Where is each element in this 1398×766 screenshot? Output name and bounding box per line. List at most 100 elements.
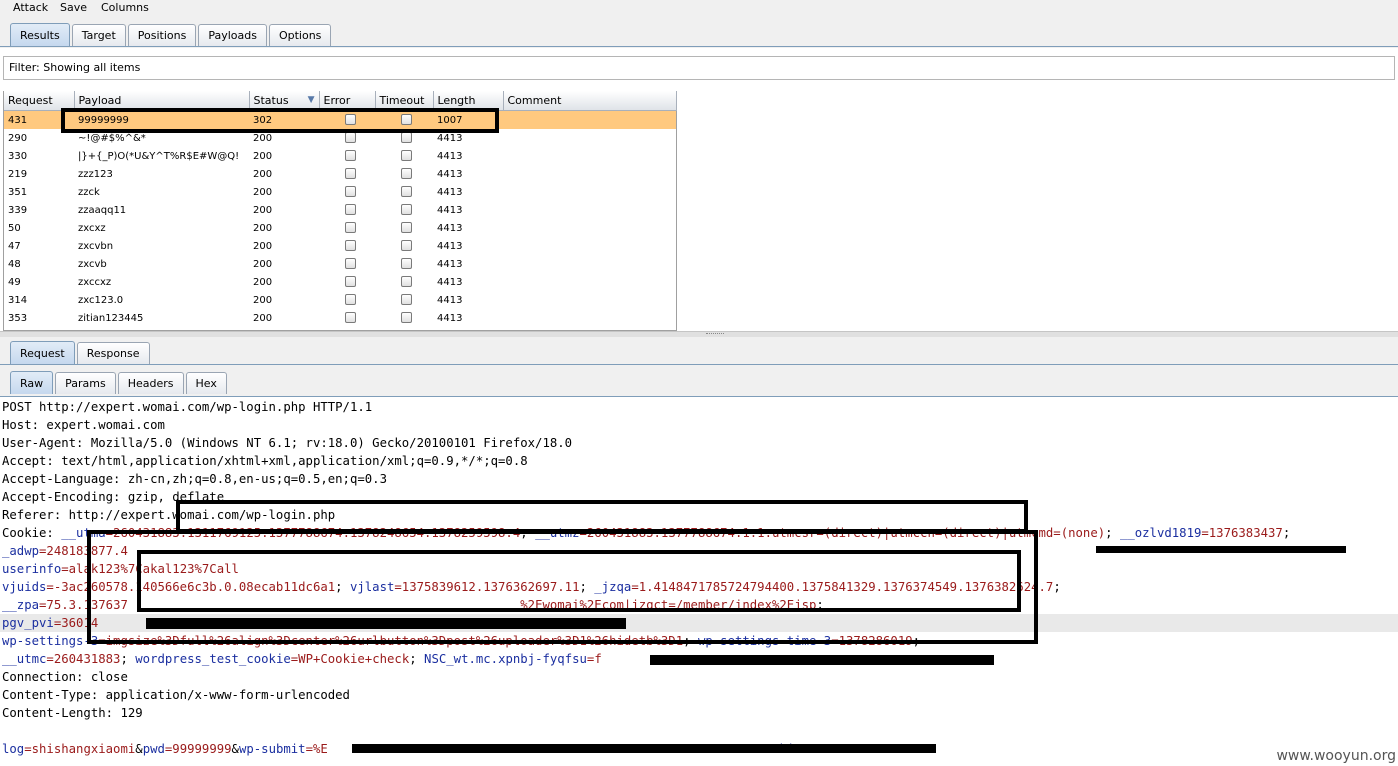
tab-headers[interactable]: Headers bbox=[117, 372, 184, 394]
table-row[interactable]: 330 |}+{_P)O(*U&Y^T%R$E#W@Q! 200 4413 bbox=[4, 147, 676, 165]
error-checkbox[interactable] bbox=[345, 168, 356, 180]
filter-bar[interactable]: Filter: Showing all items bbox=[3, 56, 1395, 80]
cell-timeout bbox=[375, 147, 433, 165]
tab-options[interactable]: Options bbox=[268, 24, 332, 46]
cell-comment bbox=[503, 219, 676, 237]
redaction-bar bbox=[650, 655, 994, 665]
cell-error bbox=[319, 309, 375, 327]
raw-line: Accept-Language: zh-cn,zh;q=0.8,en-us;q=… bbox=[2, 470, 387, 488]
error-checkbox[interactable] bbox=[345, 312, 356, 324]
error-checkbox[interactable] bbox=[345, 258, 356, 270]
timeout-checkbox[interactable] bbox=[401, 222, 412, 234]
tab-positions[interactable]: Positions bbox=[127, 24, 197, 46]
cell-error bbox=[319, 291, 375, 309]
cell-comment bbox=[503, 255, 676, 273]
cell-payload: |}+{_P)O(*U&Y^T%R$E#W@Q! bbox=[78, 150, 240, 162]
annotation-box-referer bbox=[176, 500, 1028, 533]
cell-timeout bbox=[375, 309, 433, 327]
cell-length: 4413 bbox=[437, 294, 463, 306]
tab-underline-3 bbox=[0, 396, 1398, 397]
cell-comment bbox=[503, 273, 676, 291]
raw-text-segment: wordpress_test_cookie bbox=[135, 652, 291, 666]
tab-hex[interactable]: Hex bbox=[185, 372, 227, 394]
menu-save[interactable]: Save bbox=[60, 1, 87, 14]
raw-text-segment: =f bbox=[586, 652, 602, 666]
timeout-checkbox[interactable] bbox=[401, 132, 412, 144]
tab-raw[interactable]: Raw bbox=[10, 371, 54, 394]
error-checkbox[interactable] bbox=[345, 186, 356, 198]
cell-request: 330 bbox=[8, 150, 28, 162]
tab-response[interactable]: Response bbox=[76, 342, 150, 364]
tab-request[interactable]: Request bbox=[10, 341, 75, 364]
cell-request: 339 bbox=[8, 204, 28, 216]
error-checkbox[interactable] bbox=[345, 222, 356, 234]
menu-attack[interactable]: Attack bbox=[13, 1, 48, 14]
cell-error bbox=[319, 255, 375, 273]
error-checkbox[interactable] bbox=[345, 150, 356, 162]
cell-error bbox=[319, 147, 375, 165]
cell-status: 200 bbox=[253, 240, 273, 252]
timeout-checkbox[interactable] bbox=[401, 258, 412, 270]
view-tab-band: Raw Params Headers Hex bbox=[0, 367, 1398, 397]
timeout-checkbox[interactable] bbox=[401, 312, 412, 324]
timeout-checkbox[interactable] bbox=[401, 186, 412, 198]
cell-length: 4413 bbox=[437, 150, 463, 162]
filter-label: Filter: Showing all items bbox=[9, 61, 141, 74]
tab-target[interactable]: Target bbox=[71, 24, 126, 46]
tab-params[interactable]: Params bbox=[55, 372, 116, 394]
error-checkbox[interactable] bbox=[345, 240, 356, 252]
cell-comment bbox=[503, 183, 676, 201]
timeout-checkbox[interactable] bbox=[401, 204, 412, 216]
table-row[interactable]: 219 zzz123 200 4413 bbox=[4, 165, 676, 183]
col-header-comment[interactable]: Comment bbox=[503, 91, 677, 111]
error-checkbox[interactable] bbox=[345, 132, 356, 144]
raw-text-segment: =shishangxiaomi bbox=[24, 742, 136, 756]
cell-error bbox=[319, 201, 375, 219]
raw-line: Content-Length: 129 bbox=[2, 704, 143, 722]
error-checkbox[interactable] bbox=[345, 276, 356, 288]
raw-line: Content-Type: application/x-www-form-url… bbox=[2, 686, 350, 704]
timeout-checkbox[interactable] bbox=[401, 240, 412, 252]
cell-error bbox=[319, 183, 375, 201]
table-row[interactable]: 49 zxccxz 200 4413 bbox=[4, 273, 676, 291]
cell-comment bbox=[503, 201, 676, 219]
cell-timeout bbox=[375, 165, 433, 183]
tab-underline-2 bbox=[0, 364, 1398, 365]
raw-text-segment: Content-Length: 129 bbox=[2, 706, 143, 720]
timeout-checkbox[interactable] bbox=[401, 150, 412, 162]
table-row[interactable]: 339 zzaaqq11 200 4413 bbox=[4, 201, 676, 219]
raw-text-segment: User-Agent: Mozilla/5.0 (Windows NT 6.1;… bbox=[2, 436, 573, 450]
cell-timeout bbox=[375, 273, 433, 291]
timeout-checkbox[interactable] bbox=[401, 168, 412, 180]
timeout-checkbox[interactable] bbox=[401, 294, 412, 306]
cell-timeout bbox=[375, 201, 433, 219]
menu-columns[interactable]: Columns bbox=[101, 1, 149, 14]
timeout-checkbox[interactable] bbox=[401, 276, 412, 288]
cell-length: 4413 bbox=[437, 312, 463, 324]
tab-payloads[interactable]: Payloads bbox=[198, 24, 267, 46]
error-checkbox[interactable] bbox=[345, 204, 356, 216]
cell-length: 4413 bbox=[437, 276, 463, 288]
cell-length: 4413 bbox=[437, 186, 463, 198]
redaction-bar bbox=[352, 744, 936, 753]
table-row[interactable]: 351 zzck 200 4413 bbox=[4, 183, 676, 201]
col-header-status-label: Status bbox=[253, 94, 289, 107]
table-row[interactable]: 353 zitian123445 200 4413 bbox=[4, 309, 676, 327]
main-tabs: Results Target Positions Payloads Option… bbox=[10, 23, 333, 46]
raw-line: POST http://expert.womai.com/wp-login.ph… bbox=[2, 398, 372, 416]
tab-results[interactable]: Results bbox=[10, 23, 70, 46]
table-row[interactable]: 50 zxcxz 200 4413 bbox=[4, 219, 676, 237]
raw-request-editor[interactable]: POST http://expert.womai.com/wp-login.ph… bbox=[0, 398, 1398, 766]
table-row[interactable]: 47 zxcvbn 200 4413 bbox=[4, 237, 676, 255]
table-row[interactable]: 48 zxcvb 200 4413 bbox=[4, 255, 676, 273]
raw-text-segment: Cookie: bbox=[2, 526, 62, 540]
cell-comment bbox=[503, 291, 676, 309]
cell-status: 200 bbox=[253, 312, 273, 324]
table-row[interactable]: 314 zxc123.0 200 4413 bbox=[4, 291, 676, 309]
watermark: www.wooyun.org bbox=[1276, 748, 1396, 764]
cell-payload: zxc123.0 bbox=[78, 294, 124, 306]
error-checkbox[interactable] bbox=[345, 294, 356, 306]
cell-timeout bbox=[375, 255, 433, 273]
cell-timeout bbox=[375, 237, 433, 255]
cell-payload: zxcvbn bbox=[78, 240, 114, 252]
